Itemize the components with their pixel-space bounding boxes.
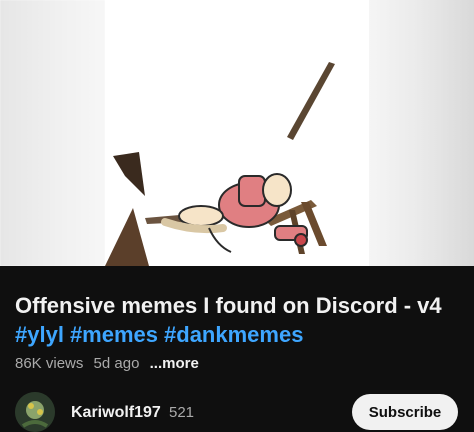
character-foot	[294, 233, 308, 247]
video-metadata[interactable]: 86K views 5d ago ...more	[15, 354, 205, 374]
avatar-image	[15, 392, 55, 432]
upload-age: 5d ago	[93, 355, 140, 372]
character-arm	[178, 205, 224, 227]
avatar[interactable]	[15, 392, 55, 432]
channel-row: Kariwolf197 521 Subscribe	[0, 392, 474, 432]
video-frame	[105, 0, 369, 266]
hashtag-link[interactable]: #ylyl	[15, 322, 64, 347]
subscriber-count: 521	[169, 404, 195, 421]
hashtag-link[interactable]: #memes	[70, 322, 158, 347]
character-head	[262, 173, 292, 207]
more-link[interactable]: ...more	[150, 355, 199, 372]
hashtag-link[interactable]: #dankmemes	[164, 322, 303, 347]
video-title[interactable]: Offensive memes I found on Discord - v4	[15, 292, 465, 320]
character-torso	[238, 175, 266, 207]
video-frame-illustration	[105, 62, 335, 266]
stick-shape	[287, 62, 335, 140]
video-info-panel: Offensive memes I found on Discord - v4 …	[0, 266, 474, 432]
channel-name[interactable]: Kariwolf197	[71, 404, 161, 422]
view-count: 86K views	[15, 355, 84, 372]
shard-shape	[113, 152, 145, 196]
hashtag-row: #ylyl #memes #dankmemes	[15, 321, 465, 349]
video-player[interactable]	[0, 0, 474, 266]
subscribe-button[interactable]: Subscribe	[352, 394, 458, 430]
video-blur-right	[369, 0, 474, 266]
shard-shape	[105, 208, 149, 266]
video-blur-left	[0, 0, 105, 266]
